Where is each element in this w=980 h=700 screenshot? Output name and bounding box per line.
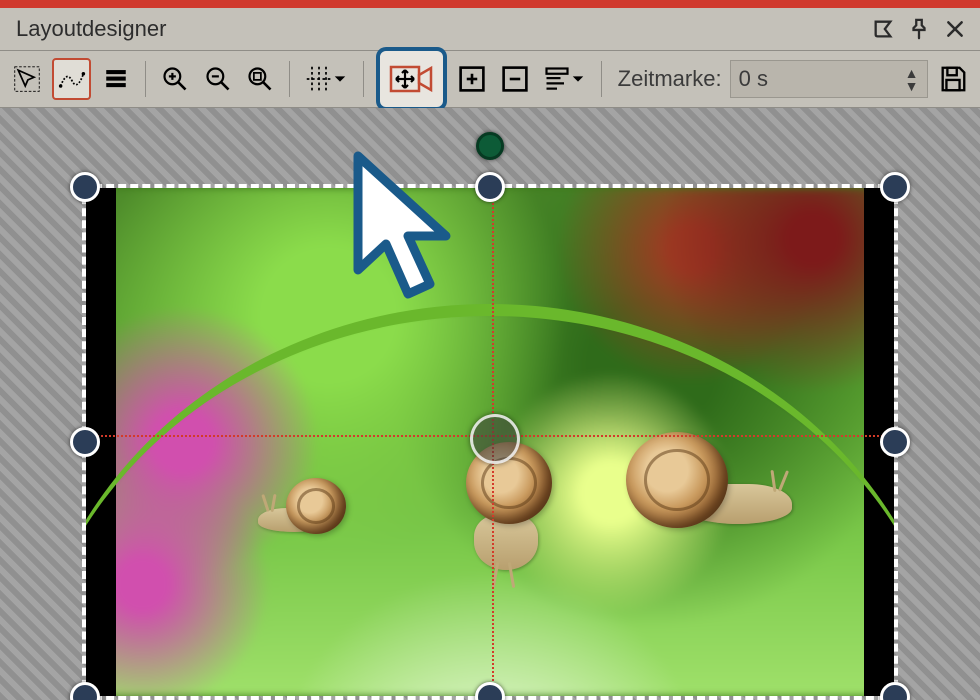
zoom-in-tool[interactable] xyxy=(158,60,192,98)
grid-snap-tool[interactable] xyxy=(302,60,351,98)
rotate-handle[interactable] xyxy=(476,132,504,160)
pin-button[interactable] xyxy=(904,14,934,44)
separator xyxy=(289,61,290,97)
path-edit-tool[interactable] xyxy=(52,58,90,100)
chevron-down-icon xyxy=(571,72,585,86)
save-button[interactable] xyxy=(936,60,970,98)
help-button[interactable] xyxy=(868,14,898,44)
chevron-down-icon xyxy=(333,72,347,86)
titlebar: Layoutdesigner xyxy=(0,8,980,51)
zoom-fit-tool[interactable] xyxy=(243,60,277,98)
separator xyxy=(601,61,602,97)
camera-pan-tool[interactable] xyxy=(376,47,447,111)
image-content[interactable] xyxy=(86,188,894,696)
timestamp-input[interactable]: 0 s ▲ ▼ xyxy=(730,60,928,98)
timestamp-step-down[interactable]: ▼ xyxy=(903,80,921,92)
select-tool[interactable] xyxy=(10,60,44,98)
remove-keyframe-tool[interactable] xyxy=(498,60,532,98)
zoom-out-tool[interactable] xyxy=(200,60,234,98)
separator xyxy=(145,61,146,97)
center-pivot-handle[interactable] xyxy=(470,414,520,464)
resize-handle-t[interactable] xyxy=(475,172,505,202)
resize-handle-l[interactable] xyxy=(70,427,100,457)
close-button[interactable] xyxy=(940,14,970,44)
resize-handle-tr[interactable] xyxy=(880,172,910,202)
resize-handle-tl[interactable] xyxy=(70,172,100,202)
timestamp-label: Zeitmarke: xyxy=(618,66,722,92)
timestamp-value: 0 s xyxy=(739,66,768,92)
timestamp-step-up[interactable]: ▲ xyxy=(903,67,921,79)
align-tool[interactable] xyxy=(540,60,589,98)
accent-bar xyxy=(0,0,980,8)
stack-tool[interactable] xyxy=(99,60,133,98)
separator xyxy=(363,61,364,97)
canvas-area[interactable] xyxy=(0,108,980,700)
add-keyframe-tool[interactable] xyxy=(455,60,489,98)
panel-title: Layoutdesigner xyxy=(16,16,862,42)
selected-object-frame[interactable] xyxy=(82,184,898,700)
toolbar: Zeitmarke: 0 s ▲ ▼ xyxy=(0,51,980,108)
resize-handle-r[interactable] xyxy=(880,427,910,457)
